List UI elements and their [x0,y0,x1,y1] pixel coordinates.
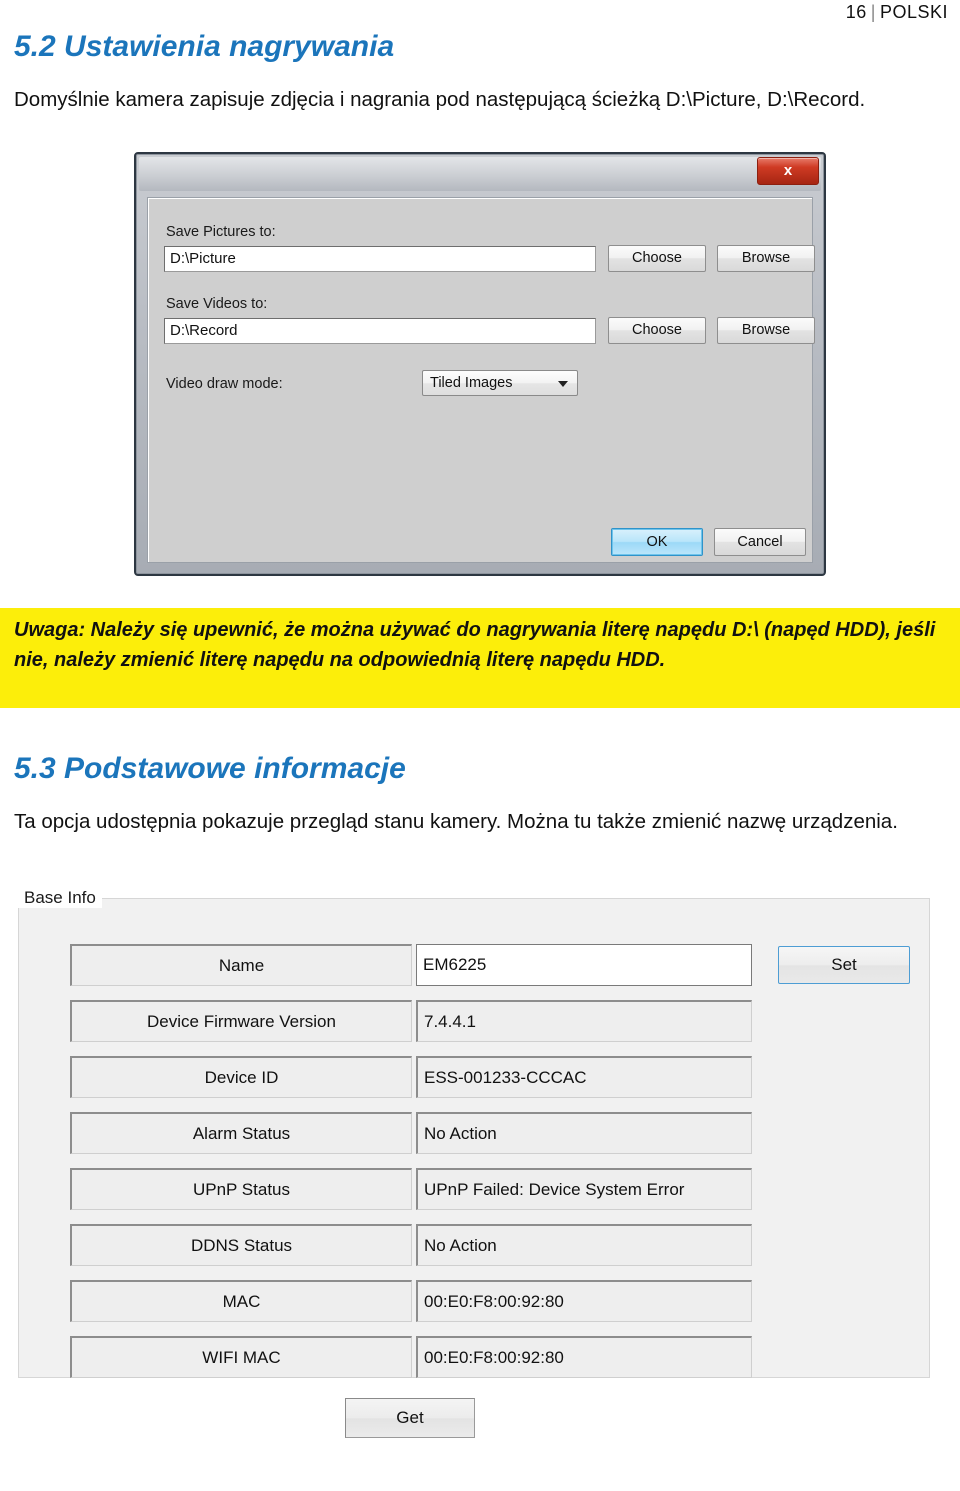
base-info-key: Device Firmware Version [70,1000,412,1042]
base-info-key: DDNS Status [70,1224,412,1266]
base-info-value: No Action [416,1224,752,1266]
base-info-key: MAC [70,1280,412,1322]
close-icon[interactable]: x [757,157,819,185]
page-language: POLSKI [879,2,948,22]
base-info-value: UPnP Failed: Device System Error [416,1168,752,1210]
base-info-key: WIFI MAC [70,1336,412,1378]
page-header: 16 | POLSKI [846,2,948,23]
warning-note: Uwaga: Należy się upewnić, że można używ… [0,608,960,708]
save-settings-dialog: x Save Pictures to: D:\Picture Choose Br… [134,152,826,576]
video-draw-mode-value: Tiled Images [430,375,513,391]
section-paragraph-5-3: Ta opcja udostępnia pokazuje przegląd st… [14,810,898,833]
base-info-legend: Base Info [18,888,102,908]
base-info-key: Name [70,944,412,986]
device-name-input[interactable]: EM6225 [416,944,752,986]
videos-choose-button[interactable]: Choose [608,317,706,344]
base-info-value: No Action [416,1112,752,1154]
page-number: 16 [845,2,867,22]
save-pictures-label: Save Pictures to: [166,224,276,240]
videos-browse-button[interactable]: Browse [717,317,815,344]
base-info-key: Device ID [70,1056,412,1098]
section-heading-5-3: 5.3 Podstawowe informacje [14,752,406,785]
section-paragraph-5-2: Domyślnie kamera zapisuje zdjęcia i nagr… [14,88,866,111]
set-button[interactable]: Set [778,946,910,984]
base-info-value: 7.4.4.1 [416,1000,752,1042]
warning-note-text: Uwaga: Należy się upewnić, że można używ… [14,619,936,671]
video-draw-mode-select[interactable]: Tiled Images [422,370,578,396]
dialog-titlebar: x [139,157,821,191]
base-info-key: Alarm Status [70,1112,412,1154]
get-button[interactable]: Get [345,1398,475,1438]
page-header-separator: | [870,2,876,22]
save-videos-label: Save Videos to: [166,296,268,312]
base-info-value: 00:E0:F8:00:92:80 [416,1336,752,1378]
pictures-choose-button[interactable]: Choose [608,245,706,272]
video-draw-mode-label: Video draw mode: [166,376,283,392]
save-pictures-input[interactable]: D:\Picture [164,246,596,272]
ok-button[interactable]: OK [611,528,703,556]
save-videos-input[interactable]: D:\Record [164,318,596,344]
pictures-browse-button[interactable]: Browse [717,245,815,272]
base-info-value: ESS-001233-CCCAC [416,1056,752,1098]
cancel-button[interactable]: Cancel [714,528,806,556]
section-heading-5-2: 5.2 Ustawienia nagrywania [14,30,395,63]
dialog-body: Save Pictures to: D:\Picture Choose Brow… [147,197,815,563]
base-info-value: 00:E0:F8:00:92:80 [416,1280,752,1322]
base-info-key: UPnP Status [70,1168,412,1210]
chevron-down-icon [558,381,568,387]
